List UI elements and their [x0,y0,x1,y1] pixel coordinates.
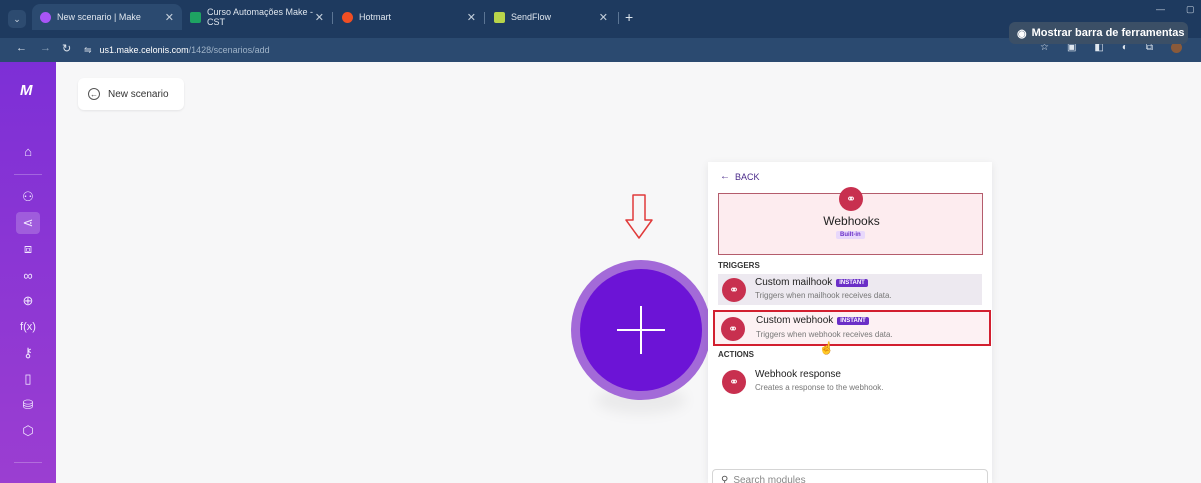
webhooks-icon[interactable]: ⊕ [16,290,40,312]
tab-curso-automacoes[interactable]: Curso Automações Make - CST ✕ [182,4,332,30]
site-settings-icon[interactable]: ⇋ [84,45,92,56]
eye-icon: ◉ [1017,27,1027,40]
scenarios-icon[interactable]: ⋖ [16,212,40,234]
close-icon[interactable]: ✕ [467,11,476,24]
back-circle-icon[interactable]: ← [88,88,100,100]
make-favicon-icon [40,11,51,23]
close-icon[interactable]: ✕ [165,11,174,24]
tab-hotmart[interactable]: Hotmart ✕ [334,4,484,30]
webhook-icon: ⚭ [722,370,746,394]
actions-title: ACTIONS [718,350,754,359]
module-webhook-response[interactable]: ⚭ Webhook response Creates a response to… [718,366,982,397]
tab-separator [618,12,619,24]
app-name: Webhooks [823,214,880,228]
keys-icon[interactable]: ⚷ [16,342,40,364]
team-icon[interactable]: ⚇ [16,186,40,208]
tab-title: Hotmart [359,12,392,22]
scenario-title: New scenario [108,88,169,100]
close-icon[interactable]: ✕ [315,11,324,24]
webhook-icon: ⚭ [721,317,745,341]
datastructures-icon[interactable]: ⬡ [16,420,40,442]
back-button[interactable]: ← BACK [720,171,760,182]
add-module-button[interactable] [580,269,702,391]
module-name-text: Custom mailhook [755,277,833,288]
minimize-icon[interactable]: — [1156,4,1165,14]
new-tab-button[interactable]: + [625,9,633,25]
triggers-title: TRIGGERS [718,261,760,270]
module-description: Creates a response to the webhook. [755,383,884,392]
functions-icon[interactable]: f(x) [16,316,40,338]
tab-sendflow[interactable]: SendFlow ✕ [486,4,616,30]
tab-title: New scenario | Make [57,12,141,22]
module-custom-webhook[interactable]: ⚭ Custom webhook INSTANT Triggers when w… [713,310,991,346]
tab-search-icon[interactable]: ⌄ [8,10,26,28]
module-name-text: Webhook response [755,369,841,380]
make-logo[interactable]: M [20,82,32,99]
module-name-text: Custom webhook [756,315,834,326]
templates-icon[interactable]: ⧈ [16,238,40,260]
tab-separator [484,12,485,24]
module-description: Triggers when webhook receives data. [756,330,893,339]
url-path: /1428/scenarios/add [188,45,270,55]
home-icon[interactable]: ⌂ [16,140,40,162]
module-custom-mailhook[interactable]: ⚭ Custom mailhook INSTANT Triggers when … [718,274,982,305]
webhook-icon: ⚭ [722,278,746,302]
sheets-favicon-icon [190,11,201,23]
instant-badge: INSTANT [836,278,868,287]
search-modules-input[interactable]: ⚲ Search modules [712,469,988,483]
url-host: us1.make.celonis.com [99,45,189,55]
app-sidebar: M ⌂ ⚇ ⋖ ⧈ ∞ ⊕ f(x) ⚷ ▯ ⛁ ⬡ [0,62,56,483]
sidebar-divider [14,462,42,463]
connections-icon[interactable]: ∞ [16,264,40,286]
back-label: BACK [735,171,760,182]
forward-arrow-icon[interactable]: → [40,42,51,54]
sendflow-favicon-icon [494,11,505,23]
module-description: Triggers when mailhook receives data. [755,291,892,300]
app-card-webhooks: ⚭ Webhooks Built-in [718,187,983,255]
devices-icon[interactable]: ▯ [16,368,40,390]
plus-icon [617,329,665,331]
module-name: Custom mailhook INSTANT [755,277,868,288]
hand-cursor-icon: ☝ [819,341,834,355]
instant-badge: INSTANT [837,316,869,325]
tab-title: Curso Automações Make - CST [207,7,314,27]
hotmart-favicon-icon [342,11,353,23]
reload-icon[interactable]: ↻ [62,42,71,55]
scenario-title-pill[interactable]: ← New scenario [78,78,184,110]
close-icon[interactable]: ✕ [599,11,608,24]
search-placeholder: Search modules [733,474,806,483]
builtin-badge: Built-in [836,231,865,239]
tab-title: SendFlow [511,12,552,22]
show-toolbar-label: Mostrar barra de ferramentas [1031,27,1185,39]
module-picker-panel: ← BACK ⚭ Webhooks Built-in TRIGGERS ⚭ Cu… [708,162,992,483]
tab-separator [332,12,333,24]
tab-new-scenario[interactable]: New scenario | Make ✕ [32,4,182,30]
module-name: Custom webhook INSTANT [756,315,869,326]
datastores-icon[interactable]: ⛁ [16,394,40,416]
webhook-icon: ⚭ [839,187,863,211]
back-arrow-icon: ← [720,171,730,182]
red-down-arrow-icon [625,194,653,239]
url-bar[interactable]: ⇋ us1.make.celonis.com /1428/scenarios/a… [84,41,1004,59]
show-toolbar-button[interactable]: ◉ Mostrar barra de ferramentas [1009,22,1189,44]
search-icon: ⚲ [721,474,729,483]
back-arrow-icon[interactable]: ← [16,42,27,54]
sidebar-divider [14,174,42,175]
module-name: Webhook response [755,369,841,380]
window-icon[interactable]: ▢ [1186,4,1195,15]
